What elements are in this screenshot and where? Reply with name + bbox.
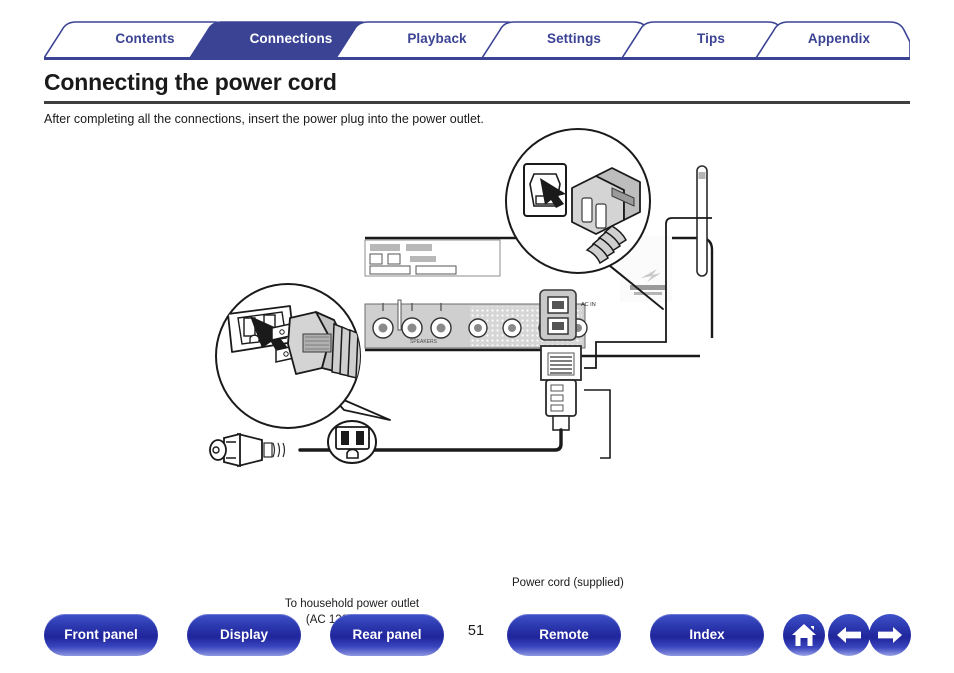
rear-panel-button[interactable]: Rear panel xyxy=(330,614,444,656)
tab-appendix[interactable]: Appendix xyxy=(782,20,896,58)
wall-outlet-magnifier xyxy=(215,283,391,429)
tab-contents[interactable]: Contents xyxy=(70,20,220,58)
tab-bar-rule xyxy=(44,57,910,60)
remote-button[interactable]: Remote xyxy=(507,614,621,656)
home-icon[interactable] xyxy=(783,614,825,656)
tab-playback[interactable]: Playback xyxy=(362,20,512,58)
forward-arrow-icon[interactable] xyxy=(869,614,911,656)
home-icon-glyph xyxy=(792,624,816,646)
diagram-graphic: SPEAKERS AC IN xyxy=(209,128,714,468)
wall-outlet-symbol xyxy=(327,420,377,464)
iec-connector-plug xyxy=(540,345,582,431)
tab-settings[interactable]: Settings xyxy=(508,20,640,58)
back-arrow-glyph xyxy=(837,627,861,643)
index-button[interactable]: Index xyxy=(650,614,764,656)
bottom-navigation-bar: Front panel Display Rear panel 51 Remote… xyxy=(0,614,954,662)
tab-bar: Contents Connections Playback Settings T… xyxy=(44,20,910,58)
power-cord-diagram: SPEAKERS AC IN To household power outlet… xyxy=(0,128,954,626)
cord-caption: Power cord (supplied) xyxy=(512,577,624,589)
ac-in-label: AC IN xyxy=(581,302,596,308)
nema-plug xyxy=(209,432,286,468)
outlet-caption-line1: To household power outlet xyxy=(284,598,420,610)
page-number: 51 xyxy=(467,623,485,639)
intro-paragraph: After completing all the connections, in… xyxy=(44,112,484,126)
title-divider xyxy=(44,101,910,104)
tab-connections[interactable]: Connections xyxy=(216,20,366,58)
forward-arrow-glyph xyxy=(878,627,902,643)
ac-inlet-connector: AC IN xyxy=(539,289,596,341)
page-title: Connecting the power cord xyxy=(44,69,337,95)
back-arrow-icon[interactable] xyxy=(828,614,870,656)
svg-text:SPEAKERS: SPEAKERS xyxy=(410,339,438,345)
front-panel-button[interactable]: Front panel xyxy=(44,614,158,656)
display-button[interactable]: Display xyxy=(187,614,301,656)
tab-tips[interactable]: Tips xyxy=(648,20,774,58)
